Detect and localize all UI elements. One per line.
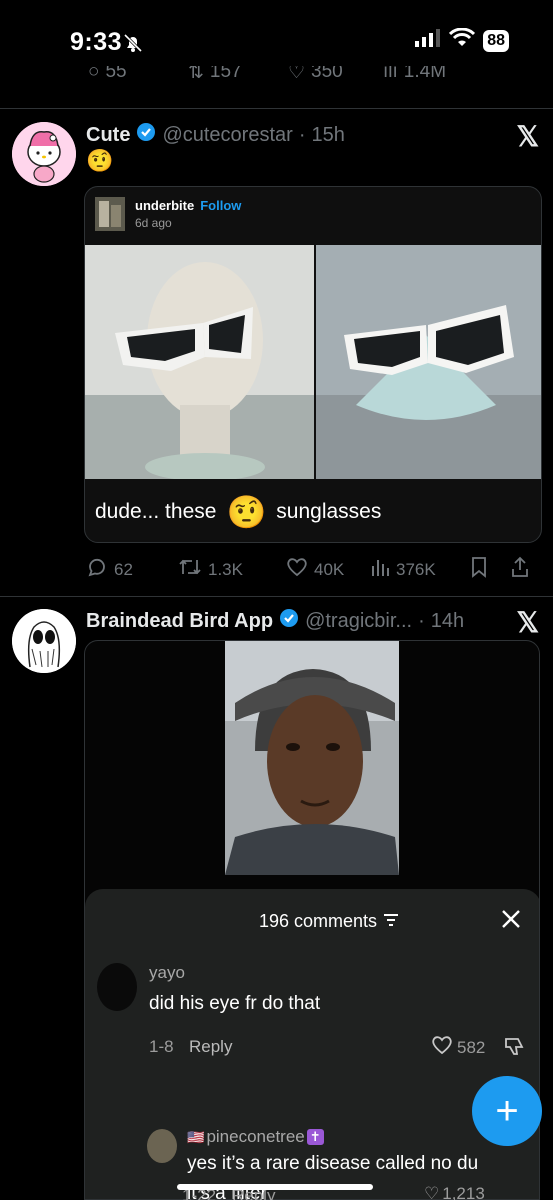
views-button[interactable]: 376K xyxy=(370,557,470,582)
comment2-user-row: 🇺🇸 pineconetree ✝ xyxy=(187,1127,324,1147)
mannequin-photo xyxy=(85,245,314,481)
views-icon: ılı xyxy=(383,66,398,82)
card-follow-button[interactable]: Follow xyxy=(200,198,241,213)
verified-badge-icon xyxy=(279,608,299,634)
bookmark-icon xyxy=(470,556,488,583)
reply-button[interactable]: 62 xyxy=(86,556,178,583)
comments-header: 196 comments xyxy=(259,911,399,932)
tweet1-actions: 62 1.3K 40K 376K xyxy=(86,556,540,583)
avatar-cute[interactable] xyxy=(12,122,76,186)
tweet1-time: 15h xyxy=(311,123,345,146)
heart-icon xyxy=(286,557,308,582)
retweet-button[interactable]: 1.3K xyxy=(178,556,286,583)
heart-icon: ♡ xyxy=(424,1184,440,1200)
close-icon xyxy=(501,910,521,933)
prev-reply-count: 55 xyxy=(105,66,127,82)
prev-retweet-count: 157 xyxy=(209,66,242,82)
thumbs-down-icon xyxy=(503,1038,525,1061)
tweet1-handle[interactable]: @cutecorestar xyxy=(162,124,292,147)
verified-badge-icon xyxy=(136,122,156,148)
battery-indicator: 88 xyxy=(483,29,509,52)
reply-icon xyxy=(86,556,108,583)
prev-views-button[interactable]: ılı 1.4M xyxy=(383,66,493,88)
card-avatar xyxy=(95,197,125,231)
share-icon xyxy=(510,556,530,583)
prev-tweet-actions: ○ 55 ⇅ 157 ♡ 350 ılı 1.4M xyxy=(88,66,535,88)
close-comments-button[interactable] xyxy=(501,909,521,934)
tweet2-handle[interactable]: @tragicbir... xyxy=(305,610,412,633)
retweet-count: 1.3K xyxy=(208,559,243,579)
tweet2-header: Braindead Bird App @tragicbir... · 14h xyxy=(86,608,464,634)
comment2-username[interactable]: pineconetree xyxy=(206,1127,304,1147)
bell-muted-icon xyxy=(122,32,144,59)
comment2-text-line1: yes it’s a rare disease called no du xyxy=(187,1153,479,1174)
separator-dot: · xyxy=(418,609,425,632)
reply-icon: ○ xyxy=(88,66,100,82)
caption-text-after: sunglasses xyxy=(276,500,382,523)
tweet1-header: Cute @cutecorestar · 15h xyxy=(86,122,345,148)
comment1-like-count: 582 xyxy=(457,1037,486,1057)
views-count: 376K xyxy=(396,559,436,579)
tweet2-time: 14h xyxy=(430,609,465,632)
plus-icon: + xyxy=(495,1088,519,1133)
comments-count-title: 196 comments xyxy=(259,911,378,931)
raised-eyebrow-emoji: 🤨 xyxy=(226,494,267,530)
comment1-text: did his eye fr do that xyxy=(149,993,321,1014)
comment1-reply-button[interactable]: Reply xyxy=(189,1037,232,1057)
like-button[interactable]: 40K xyxy=(286,557,370,582)
card-caption: dude... these 🤨 sunglasses xyxy=(95,493,381,531)
x-logo-icon: 𝕏 xyxy=(516,121,539,152)
retweet-icon xyxy=(178,556,202,583)
comment1-username[interactable]: yayo xyxy=(149,963,185,983)
like-count: 40K xyxy=(314,559,345,579)
prev-reply-button[interactable]: ○ 55 xyxy=(88,66,188,88)
filter-icon[interactable] xyxy=(383,911,399,932)
card-author-name: underbite xyxy=(135,198,195,213)
card-time: 6d ago xyxy=(135,216,172,230)
comment1-date: 1-8 xyxy=(149,1037,174,1056)
tweet-divider xyxy=(0,596,553,597)
prev-like-button[interactable]: ♡ 350 xyxy=(288,66,383,88)
x-logo-icon: 𝕏 xyxy=(516,607,539,638)
share-button[interactable] xyxy=(510,556,530,583)
tweet1-media-card[interactable]: underbite Follow 6d ago dude... these 🤨 … xyxy=(84,186,542,543)
sunglasses-photo xyxy=(316,245,541,479)
comment2-like-count: 1,213 xyxy=(442,1184,485,1200)
separator-dot: · xyxy=(298,123,306,146)
home-indicator[interactable] xyxy=(177,1184,373,1190)
prev-retweet-button[interactable]: ⇅ 157 xyxy=(188,66,288,88)
retweet-icon: ⇅ xyxy=(188,66,204,83)
heart-icon xyxy=(431,1035,453,1060)
bookmark-button[interactable] xyxy=(470,556,510,583)
compose-button[interactable]: + xyxy=(472,1076,542,1146)
prev-views-count: 1.4M xyxy=(403,66,447,82)
signal-icon xyxy=(415,29,441,52)
cross-icon: ✝ xyxy=(306,1129,324,1145)
avatar-braindead[interactable] xyxy=(12,609,76,673)
tweet1-author-name[interactable]: Cute xyxy=(86,124,130,147)
reply-count: 62 xyxy=(114,559,133,579)
prev-like-count: 350 xyxy=(311,66,343,82)
tweet1-text: 🤨 xyxy=(86,148,114,173)
us-flag-icon: 🇺🇸 xyxy=(187,1128,205,1145)
comment2-like-button[interactable]: ♡ 1,213 xyxy=(424,1184,485,1200)
commenter-avatar-pineconetree[interactable] xyxy=(147,1129,177,1163)
caption-text-before: dude... these xyxy=(95,500,217,523)
comments-panel: 196 comments yayo did his eye fr do that… xyxy=(85,889,539,1199)
comment1-like-button[interactable]: 582 xyxy=(431,1035,485,1060)
status-time: 9:33 xyxy=(70,28,123,56)
views-icon xyxy=(370,557,390,582)
comment1-dislike-button[interactable] xyxy=(503,1035,525,1062)
tweet-divider xyxy=(0,108,553,109)
tweet2-author-name[interactable]: Braindead Bird App xyxy=(86,610,273,633)
heart-icon: ♡ xyxy=(288,66,306,83)
commenter-avatar-yayo[interactable] xyxy=(97,963,137,1011)
wifi-icon xyxy=(449,27,476,53)
video-thumbnail[interactable] xyxy=(225,641,399,875)
